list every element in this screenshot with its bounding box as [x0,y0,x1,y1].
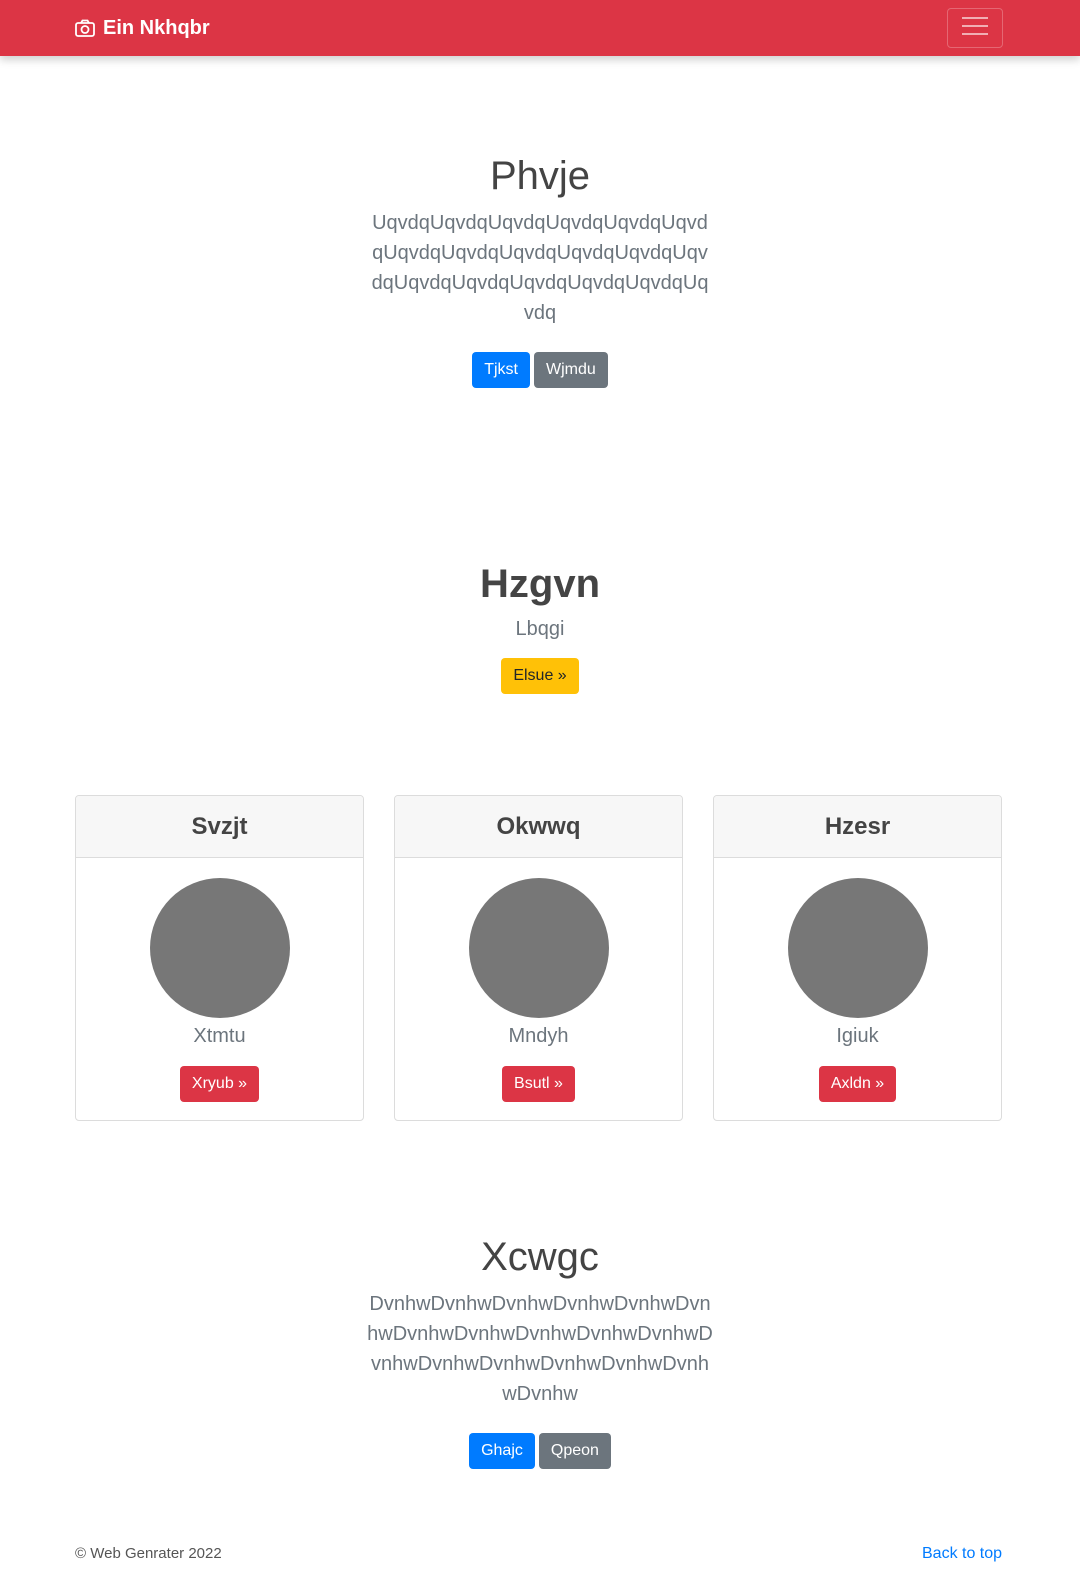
card-text: Xtmtu [193,1025,246,1047]
feature-title: Hzgvn [480,562,600,606]
secondary-section: Xcwgc DvnhwDvnhwDvnhwDvnhwDvnhwDvnhwDvnh… [0,1233,1080,1469]
section2-secondary-button[interactable]: Qpeon [538,1433,611,1469]
card-header: Svzjt [76,796,363,858]
back-to-top-link[interactable]: Back to top [922,1545,1002,1563]
navbar: Ein Nkhqbr [0,0,1080,56]
hero-primary-button[interactable]: Tjkst [472,352,530,388]
camera-icon [75,19,95,37]
section2-title: Xcwgc [481,1235,599,1279]
feature-subtitle: Lbqgi [515,618,565,640]
card: Hzesr Igiuk Axldn » [713,795,1002,1121]
navbar-brand[interactable]: Ein Nkhqbr [75,0,210,56]
card-header: Hzesr [714,796,1001,858]
card-button[interactable]: Axldn » [818,1066,897,1102]
card-button[interactable]: Xryub » [179,1066,260,1102]
footer-copyright: © Web Genrater 2022 [75,1545,222,1562]
section2-lead: DvnhwDvnhwDvnhwDvnhwDvnhwDvnhwDvnhwDvnhw… [367,1293,713,1405]
card-header: Okwwq [395,796,682,858]
card-text: Igiuk [836,1025,879,1047]
brand-text: Ein Nkhqbr [103,16,210,39]
card: Svzjt Xtmtu Xryub » [75,795,364,1121]
hero-lead: UqvdqUqvdqUqvdqUqvdqUqvdqUqvdqUqvdqUqvdq… [371,212,709,324]
feature-section: Hzgvn Lbqgi Elsue » [0,560,1080,694]
card: Okwwq Mndyh Bsutl » [394,795,683,1121]
section2-primary-button[interactable]: Ghajc [469,1433,535,1469]
feature-button[interactable]: Elsue » [501,658,579,694]
avatar [149,878,290,1018]
card-text: Mndyh [508,1025,569,1047]
hero-title: Phvje [489,154,591,198]
hamburger-menu-icon [961,15,989,42]
hero-button-row: Tjkst Wjmdu [0,352,1080,388]
avatar [787,878,928,1018]
feature-button-row: Elsue » [0,658,1080,694]
hero-secondary-button[interactable]: Wjmdu [534,352,608,388]
section2-button-row: Ghajc Qpeon [0,1433,1080,1469]
hero-section: Phvje UqvdqUqvdqUqvdqUqvdqUqvdqUqvdqUqvd… [0,152,1080,388]
avatar [468,878,609,1018]
card-button[interactable]: Bsutl » [502,1066,575,1102]
navbar-toggler-button[interactable] [947,8,1003,48]
